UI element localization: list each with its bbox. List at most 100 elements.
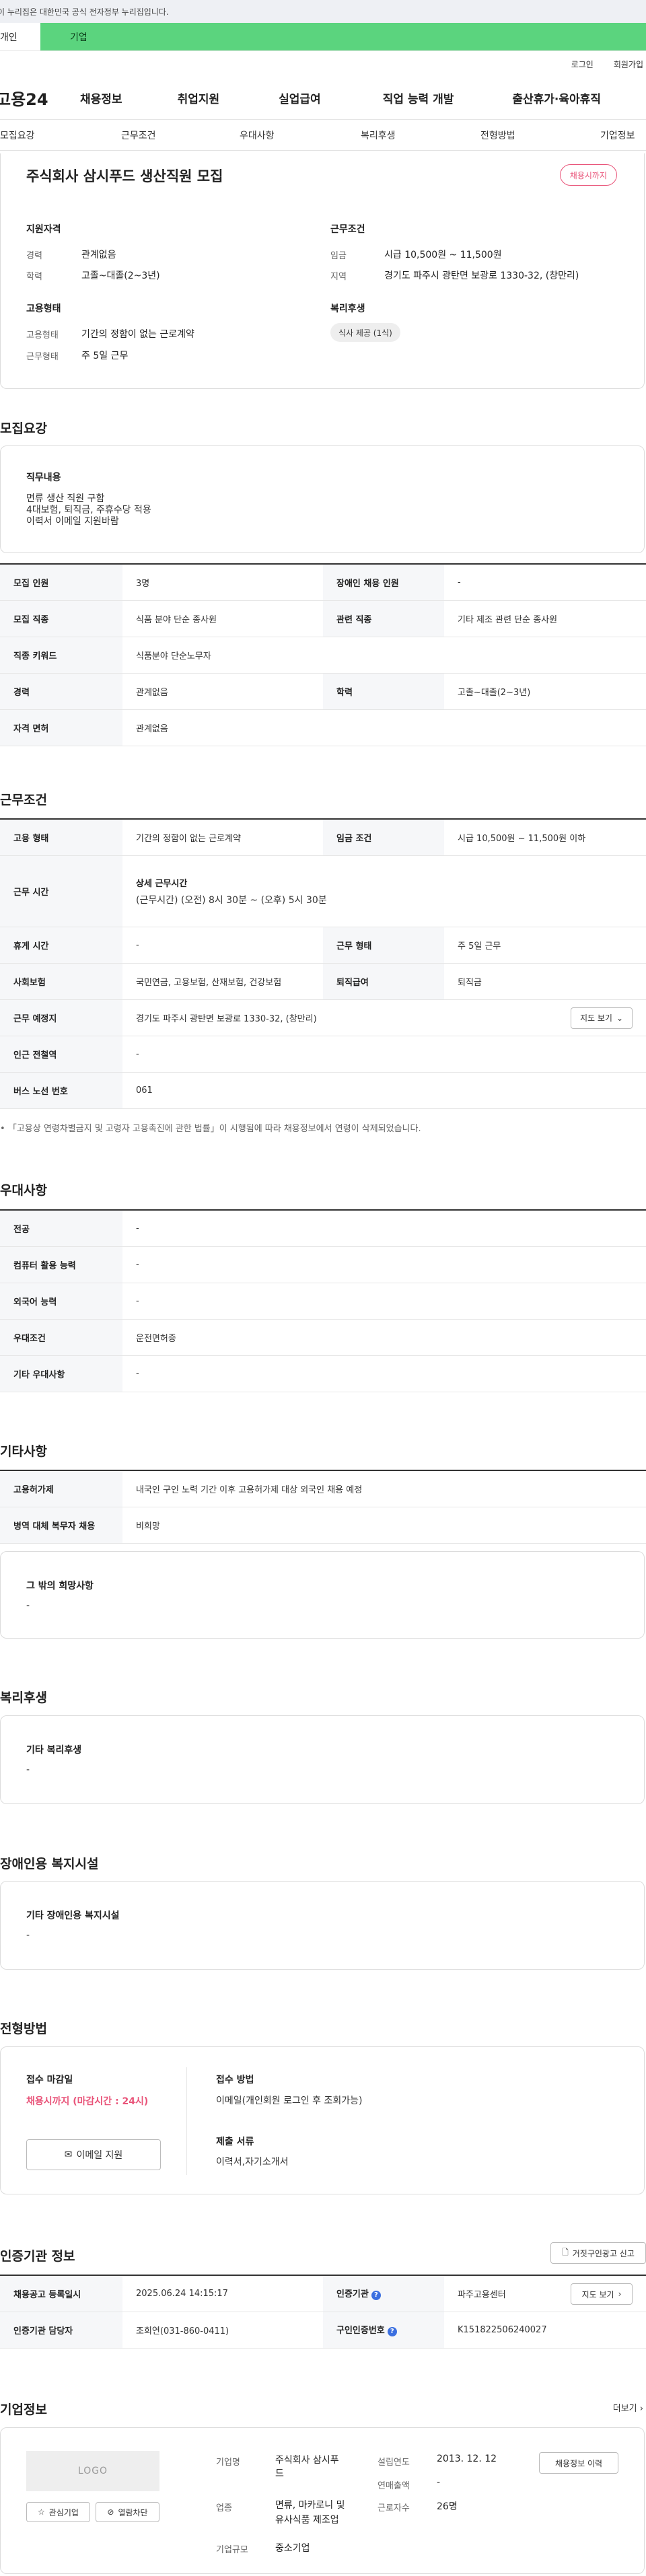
signup-link[interactable]: 회원가입 — [614, 59, 643, 70]
user-type-tabs: 개인 기업 — [0, 23, 646, 51]
wage-value: 시급 10,500원 ~ 11,500원 이하 — [444, 818, 646, 856]
info-icon[interactable]: ? — [371, 2291, 381, 2301]
interest-company-button[interactable]: ☆ 관심기업 — [26, 2502, 90, 2522]
conditions-section-title: 근무조건 — [0, 793, 47, 808]
preference-condition-label: 우대조건 — [0, 1319, 122, 1356]
job-history-button[interactable]: 채용정보 이력 — [539, 2452, 618, 2474]
severance-label: 퇴직급여 — [323, 963, 444, 1000]
utility-links: 로그인 회원가입 — [0, 51, 646, 77]
major-value: - — [122, 1209, 646, 1247]
disabled-headcount-label: 장애인 채용 인원 — [323, 563, 444, 601]
block-view-button[interactable]: ⊘ 열람차단 — [96, 2502, 159, 2522]
map-button[interactable]: 지도 보기 ⌄ — [571, 1007, 633, 1029]
manager-value: 조희연(031-860-0411) — [122, 2312, 323, 2349]
reg-date-value: 2025.06.24 14:15:17 — [122, 2275, 323, 2312]
duty-title: 직무내용 — [26, 472, 61, 483]
manager-label: 인증기관 담당자 — [0, 2312, 122, 2349]
industry-label: 업종 — [216, 2503, 232, 2513]
anchor-process[interactable]: 전형방법 — [480, 129, 515, 142]
documents-title: 제출 서류 — [216, 2137, 254, 2147]
job-keyword-value: 식품분야 단순노무자 — [122, 637, 646, 674]
other-wish-title: 그 밖의 희망사항 — [26, 1581, 94, 1591]
company-more-link[interactable]: 더보기 › — [613, 2401, 643, 2414]
anchor-welfare[interactable]: 복리후생 — [361, 129, 396, 142]
gnb-unemployment-benefit[interactable]: 실업급여 — [279, 90, 321, 106]
gnb-job-info[interactable]: 채용정보 — [80, 90, 122, 106]
etc-section-title: 기타사항 — [0, 1444, 47, 1459]
job-category-value: 식품 분야 단순 종사원 — [122, 600, 323, 637]
anchor-company[interactable]: 기업정보 — [600, 129, 635, 142]
rest-time-value: - — [122, 927, 323, 964]
tab-personal[interactable]: 개인 — [0, 23, 40, 50]
cert-section-title: 인증기관 정보 — [0, 2249, 75, 2264]
method-value: 이메일(개인회원 로그인 후 조회가능) — [216, 2096, 363, 2106]
table-row: 병역 대체 복무자 채용 비희망 — [0, 1507, 646, 1544]
agency-value-cell: 파주고용센터 지도 보기 › — [444, 2275, 646, 2312]
career-value: 관계없음 — [81, 250, 116, 260]
duty-box: 직무내용 면류 생산 직원 구함 4대보험, 퇴직금, 주휴수당 적용 이력서 … — [0, 445, 645, 553]
license-label: 자격 면허 — [0, 709, 122, 746]
disabled-box: 기타 장애인용 복지시설 - — [0, 1881, 645, 1970]
rest-time-label: 휴게 시간 — [0, 927, 122, 964]
process-section-title: 전형방법 — [0, 2022, 47, 2036]
table-row: 기타 우대사항 - — [0, 1355, 646, 1392]
deadline-value: 채용시까지 (마감시간 : 24시) — [26, 2096, 149, 2107]
headcount-value: 3명 — [122, 563, 323, 601]
work-location-cell: 경기도 파주시 광탄면 보광로 1330-32, (창만리) 지도 보기 ⌄ — [122, 999, 646, 1036]
info-icon[interactable]: ? — [387, 2327, 397, 2336]
subway-label: 인근 전철역 — [0, 1036, 122, 1073]
revenue-label: 연매출액 — [378, 2481, 410, 2491]
license-value: 관계없음 — [122, 709, 646, 746]
related-job-value: 기타 제조 관련 단순 종사원 — [444, 600, 646, 637]
chevron-right-icon: › — [639, 2404, 643, 2414]
anchor-preference[interactable]: 우대사항 — [240, 129, 275, 142]
report-false-ad-button[interactable]: 🗋 거짓구인광고 신고 — [550, 2242, 646, 2264]
wage-label: 임금 조건 — [323, 818, 444, 856]
gnb-parental-leave[interactable]: 출산휴가·육아휴직 — [512, 90, 601, 106]
revenue-value: - — [437, 2477, 441, 2488]
work-type-label: 근무 형태 — [323, 927, 444, 964]
table-row: 우대조건 운전면허증 — [0, 1319, 646, 1356]
mail-icon: ✉ — [64, 2149, 73, 2160]
career-label: 경력 — [26, 251, 42, 261]
table-row: 버스 노선 번호 061 — [0, 1072, 646, 1109]
language-label: 외국어 능력 — [0, 1283, 122, 1320]
region-label: 지역 — [330, 272, 347, 282]
email-apply-button[interactable]: ✉ 이메일 지원 — [26, 2139, 161, 2170]
divider — [186, 2067, 187, 2175]
condition-title: 근무조건 — [330, 224, 365, 235]
agency-map-button[interactable]: 지도 보기 › — [571, 2283, 633, 2305]
login-link[interactable]: 로그인 — [571, 59, 594, 70]
duty-line-1: 면류 생산 직원 구함 — [26, 493, 105, 504]
work-schedule-value: 주 5일 근무 — [81, 351, 129, 361]
job-keyword-label: 직종 키워드 — [0, 637, 122, 674]
major-label: 전공 — [0, 1209, 122, 1247]
computer-skill-value: - — [122, 1246, 646, 1283]
welfare-box: 기타 복리후생 - — [0, 1715, 645, 1804]
site-logo[interactable]: 고용24 — [0, 86, 80, 110]
other-preference-value: - — [122, 1355, 646, 1392]
deadline-title: 접수 마감일 — [26, 2075, 73, 2085]
anchor-recruit[interactable]: 모집요강 — [0, 129, 35, 142]
work-hours-label: 근무 시간 — [0, 855, 122, 927]
wage-label: 임금 — [330, 251, 347, 261]
block-icon: ⊘ — [107, 2507, 114, 2517]
anchor-conditions[interactable]: 근무조건 — [121, 129, 156, 142]
process-box: 접수 마감일 채용시까지 (마감시간 : 24시) ✉ 이메일 지원 접수 방법… — [0, 2046, 645, 2194]
table-row: 모집 인원 3명 장애인 채용 인원 - — [0, 563, 646, 601]
gnb-employment-support[interactable]: 취업지원 — [178, 90, 220, 106]
tab-company[interactable]: 기업 — [40, 23, 646, 50]
work-type-value: 주 5일 근무 — [444, 927, 646, 964]
other-wish-value: - — [26, 1600, 30, 1611]
table-row: 직종 키워드 식품분야 단순노무자 — [0, 637, 646, 674]
company-size-value: 중소기업 — [275, 2543, 310, 2554]
agency-value: 파주고용센터 — [458, 2289, 506, 2300]
table-row: 인증기관 담당자 조희연(031-860-0411) 구인인증번호? K1518… — [0, 2312, 646, 2349]
preference-condition-value: 운전면허증 — [122, 1319, 646, 1356]
welfare-value: - — [26, 1764, 30, 1775]
gnb-vocational-training[interactable]: 직업 능력 개발 — [383, 90, 454, 106]
disabled-value: - — [26, 1930, 30, 1941]
bus-label: 버스 노선 번호 — [0, 1072, 122, 1109]
age-discrimination-note: • 「고용상 연령차별금지 및 고령자 고용촉진에 관한 법률」이 시행됨에 따… — [0, 1124, 421, 1134]
company-section-title: 기업정보 — [0, 2402, 47, 2417]
